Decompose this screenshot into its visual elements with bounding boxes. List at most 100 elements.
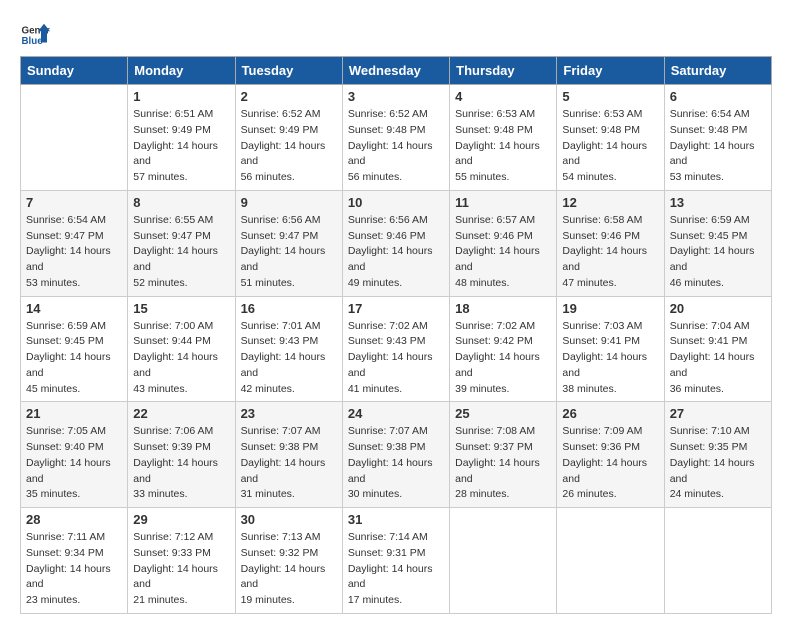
day-number: 22	[133, 406, 229, 421]
day-number: 30	[241, 512, 337, 527]
weekday-header: Sunday	[21, 57, 128, 85]
day-number: 12	[562, 195, 658, 210]
calendar-week-row: 1 Sunrise: 6:51 AMSunset: 9:49 PMDaylight…	[21, 85, 772, 191]
day-number: 3	[348, 89, 444, 104]
day-number: 15	[133, 301, 229, 316]
header: General Blue	[20, 20, 772, 50]
day-number: 17	[348, 301, 444, 316]
day-info: Sunrise: 7:03 AMSunset: 9:41 PMDaylight:…	[562, 319, 658, 398]
calendar-cell: 26 Sunrise: 7:09 AMSunset: 9:36 PMDayligh…	[557, 402, 664, 508]
header-row: SundayMondayTuesdayWednesdayThursdayFrid…	[21, 57, 772, 85]
calendar-cell: 5Sunrise: 6:53 AMSunset: 9:48 PMDaylight…	[557, 85, 664, 191]
day-number: 27	[670, 406, 766, 421]
calendar-cell: 14Sunrise: 6:59 AMSunset: 9:45 PMDayligh…	[21, 296, 128, 402]
day-number: 26	[562, 406, 658, 421]
day-number: 31	[348, 512, 444, 527]
day-number: 13	[670, 195, 766, 210]
day-info: Sunrise: 7:07 AMSunset: 9:38 PMDaylight:…	[348, 424, 444, 503]
day-info: Sunrise: 7:00 AMSunset: 9:44 PMDaylight:…	[133, 319, 229, 398]
calendar-cell: 17Sunrise: 7:02 AMSunset: 9:43 PMDayligh…	[342, 296, 449, 402]
day-info: Sunrise: 7:06 AMSunset: 9:39 PMDaylight:…	[133, 424, 229, 503]
calendar-cell: 11 Sunrise: 6:57 AMSunset: 9:46 PMDayligh…	[450, 190, 557, 296]
calendar-cell: 23Sunrise: 7:07 AMSunset: 9:38 PMDayligh…	[235, 402, 342, 508]
calendar-cell: 29 Sunrise: 7:12 AMSunset: 9:33 PMDayligh…	[128, 508, 235, 614]
day-info: Sunrise: 6:58 AMSunset: 9:46 PMDaylight:…	[562, 213, 658, 292]
day-number: 8	[133, 195, 229, 210]
calendar-cell: 6 Sunrise: 6:54 AMSunset: 9:48 PMDaylight…	[664, 85, 771, 191]
day-number: 10	[348, 195, 444, 210]
day-info: Sunrise: 7:12 AMSunset: 9:33 PMDaylight:…	[133, 530, 229, 609]
day-info: Sunrise: 7:01 AMSunset: 9:43 PMDaylight:…	[241, 319, 337, 398]
calendar-week-row: 7 Sunrise: 6:54 AMSunset: 9:47 PMDaylight…	[21, 190, 772, 296]
day-number: 28	[26, 512, 122, 527]
weekday-header: Tuesday	[235, 57, 342, 85]
calendar-cell: 19 Sunrise: 7:03 AMSunset: 9:41 PMDayligh…	[557, 296, 664, 402]
day-number: 1	[133, 89, 229, 104]
calendar-cell	[557, 508, 664, 614]
calendar-cell: 28 Sunrise: 7:11 AMSunset: 9:34 PMDayligh…	[21, 508, 128, 614]
calendar-cell: 12 Sunrise: 6:58 AMSunset: 9:46 PMDayligh…	[557, 190, 664, 296]
day-info: Sunrise: 7:11 AMSunset: 9:34 PMDaylight:…	[26, 530, 122, 609]
calendar-cell	[450, 508, 557, 614]
day-number: 18	[455, 301, 551, 316]
calendar-cell: 24 Sunrise: 7:07 AMSunset: 9:38 PMDayligh…	[342, 402, 449, 508]
calendar-cell: 15 Sunrise: 7:00 AMSunset: 9:44 PMDayligh…	[128, 296, 235, 402]
logo: General Blue	[20, 20, 50, 50]
calendar-cell: 21 Sunrise: 7:05 AMSunset: 9:40 PMDayligh…	[21, 402, 128, 508]
day-number: 23	[241, 406, 337, 421]
calendar-week-row: 21 Sunrise: 7:05 AMSunset: 9:40 PMDayligh…	[21, 402, 772, 508]
day-number: 11	[455, 195, 551, 210]
day-number: 6	[670, 89, 766, 104]
day-info: Sunrise: 6:54 AMSunset: 9:48 PMDaylight:…	[670, 107, 766, 186]
day-info: Sunrise: 7:04 AMSunset: 9:41 PMDaylight:…	[670, 319, 766, 398]
day-info: Sunrise: 6:51 AMSunset: 9:49 PMDaylight:…	[133, 107, 229, 186]
weekday-header: Friday	[557, 57, 664, 85]
calendar-cell: 8 Sunrise: 6:55 AMSunset: 9:47 PMDaylight…	[128, 190, 235, 296]
calendar-cell: 3 Sunrise: 6:52 AMSunset: 9:48 PMDaylight…	[342, 85, 449, 191]
day-info: Sunrise: 6:52 AMSunset: 9:48 PMDaylight:…	[348, 107, 444, 186]
calendar-cell: 31 Sunrise: 7:14 AMSunset: 9:31 PMDayligh…	[342, 508, 449, 614]
day-info: Sunrise: 6:52 AMSunset: 9:49 PMDaylight:…	[241, 107, 337, 186]
calendar-cell: 10Sunrise: 6:56 AMSunset: 9:46 PMDayligh…	[342, 190, 449, 296]
calendar-cell: 30 Sunrise: 7:13 AMSunset: 9:32 PMDayligh…	[235, 508, 342, 614]
calendar-cell	[664, 508, 771, 614]
day-number: 2	[241, 89, 337, 104]
calendar-cell: 1 Sunrise: 6:51 AMSunset: 9:49 PMDaylight…	[128, 85, 235, 191]
day-info: Sunrise: 6:56 AMSunset: 9:47 PMDaylight:…	[241, 213, 337, 292]
weekday-header: Wednesday	[342, 57, 449, 85]
weekday-header: Monday	[128, 57, 235, 85]
day-number: 29	[133, 512, 229, 527]
day-info: Sunrise: 6:54 AMSunset: 9:47 PMDaylight:…	[26, 213, 122, 292]
calendar-cell: 25 Sunrise: 7:08 AMSunset: 9:37 PMDayligh…	[450, 402, 557, 508]
day-info: Sunrise: 7:10 AMSunset: 9:35 PMDaylight:…	[670, 424, 766, 503]
day-info: Sunrise: 6:57 AMSunset: 9:46 PMDaylight:…	[455, 213, 551, 292]
day-info: Sunrise: 6:53 AMSunset: 9:48 PMDaylight:…	[455, 107, 551, 186]
calendar-cell: 4 Sunrise: 6:53 AMSunset: 9:48 PMDaylight…	[450, 85, 557, 191]
day-number: 9	[241, 195, 337, 210]
calendar-cell: 27 Sunrise: 7:10 AMSunset: 9:35 PMDayligh…	[664, 402, 771, 508]
day-number: 7	[26, 195, 122, 210]
day-number: 4	[455, 89, 551, 104]
day-info: Sunrise: 7:02 AMSunset: 9:42 PMDaylight:…	[455, 319, 551, 398]
weekday-header: Saturday	[664, 57, 771, 85]
day-number: 21	[26, 406, 122, 421]
day-info: Sunrise: 7:08 AMSunset: 9:37 PMDaylight:…	[455, 424, 551, 503]
calendar-week-row: 14Sunrise: 6:59 AMSunset: 9:45 PMDayligh…	[21, 296, 772, 402]
logo-icon: General Blue	[20, 20, 50, 50]
calendar-cell: 18 Sunrise: 7:02 AMSunset: 9:42 PMDayligh…	[450, 296, 557, 402]
day-info: Sunrise: 7:09 AMSunset: 9:36 PMDaylight:…	[562, 424, 658, 503]
svg-text:Blue: Blue	[22, 36, 44, 47]
calendar-cell: 16Sunrise: 7:01 AMSunset: 9:43 PMDayligh…	[235, 296, 342, 402]
day-info: Sunrise: 7:13 AMSunset: 9:32 PMDaylight:…	[241, 530, 337, 609]
weekday-header: Thursday	[450, 57, 557, 85]
day-number: 24	[348, 406, 444, 421]
day-info: Sunrise: 7:14 AMSunset: 9:31 PMDaylight:…	[348, 530, 444, 609]
day-number: 20	[670, 301, 766, 316]
day-number: 25	[455, 406, 551, 421]
day-number: 19	[562, 301, 658, 316]
calendar-cell	[21, 85, 128, 191]
day-info: Sunrise: 6:59 AMSunset: 9:45 PMDaylight:…	[670, 213, 766, 292]
day-info: Sunrise: 7:05 AMSunset: 9:40 PMDaylight:…	[26, 424, 122, 503]
day-info: Sunrise: 6:55 AMSunset: 9:47 PMDaylight:…	[133, 213, 229, 292]
calendar-cell: 2 Sunrise: 6:52 AMSunset: 9:49 PMDaylight…	[235, 85, 342, 191]
